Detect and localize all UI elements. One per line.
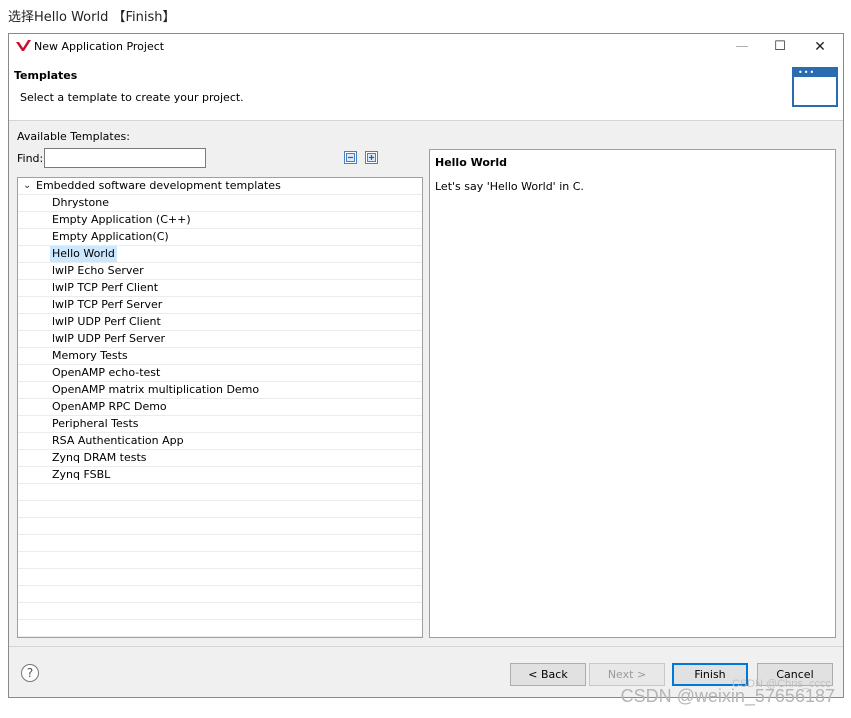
empty-row (18, 552, 422, 569)
title-bar: New Application Project — ☐ ✕ (9, 34, 843, 60)
template-item-label: Empty Application (C++) (52, 213, 191, 226)
back-button[interactable]: < Back (510, 663, 586, 686)
next-button[interactable]: Next > (589, 663, 665, 686)
template-tree[interactable]: ⌄ Embedded software development template… (17, 177, 423, 638)
empty-row (18, 501, 422, 518)
template-item[interactable]: lwIP TCP Perf Client (18, 280, 422, 297)
template-item-label: Zynq DRAM tests (52, 451, 147, 464)
dialog-window: New Application Project — ☐ ✕ Templates … (8, 33, 844, 698)
template-item[interactable]: Empty Application(C) (18, 229, 422, 246)
template-item-label: Zynq FSBL (52, 468, 111, 481)
empty-row (18, 518, 422, 535)
template-item[interactable]: Empty Application (C++) (18, 212, 422, 229)
template-item-label: Empty Application(C) (52, 230, 169, 243)
template-item-label: lwIP UDP Perf Server (52, 332, 166, 345)
empty-row (18, 586, 422, 603)
chevron-down-icon[interactable]: ⌄ (23, 178, 31, 194)
find-input[interactable] (44, 148, 206, 168)
template-item[interactable]: lwIP UDP Perf Client (18, 314, 422, 331)
tree-root-label: Embedded software development templates (36, 179, 281, 192)
template-item[interactable]: lwIP UDP Perf Server (18, 331, 422, 348)
template-item[interactable]: Dhrystone (18, 195, 422, 212)
vitis-logo-icon (16, 40, 31, 51)
template-item[interactable]: Zynq DRAM tests (18, 450, 422, 467)
template-item-label: Hello World (50, 246, 117, 262)
minimize-button[interactable]: — (723, 34, 761, 60)
template-item[interactable]: OpenAMP RPC Demo (18, 399, 422, 416)
empty-row (18, 535, 422, 552)
template-item-label: RSA Authentication App (52, 434, 184, 447)
page-caption: 选择Hello World 【Finish】 (8, 10, 176, 25)
watermark: CSDN @weixin_57656187 (620, 686, 835, 706)
template-description-panel: Hello World Let's say 'Hello World' in C… (429, 149, 836, 638)
wizard-header: Templates Select a template to create yo… (9, 60, 843, 121)
template-item[interactable]: Hello World (18, 246, 422, 263)
template-item-label: lwIP UDP Perf Client (52, 315, 161, 328)
template-item[interactable]: RSA Authentication App (18, 433, 422, 450)
page-description: Select a template to create your project… (20, 91, 244, 104)
template-item[interactable]: OpenAMP matrix multiplication Demo (18, 382, 422, 399)
template-item[interactable]: Zynq FSBL (18, 467, 422, 484)
template-item[interactable]: OpenAMP echo-test (18, 365, 422, 382)
template-item-label: Memory Tests (52, 349, 128, 362)
maximize-button[interactable]: ☐ (761, 34, 799, 60)
available-templates-label: Available Templates: (17, 130, 130, 143)
description-text: Let's say 'Hello World' in C. (435, 180, 584, 193)
window-title: New Application Project (34, 40, 165, 53)
template-item-label: OpenAMP RPC Demo (52, 400, 167, 413)
template-item-label: OpenAMP matrix multiplication Demo (52, 383, 260, 396)
empty-row (18, 484, 422, 501)
empty-row (18, 603, 422, 620)
wizard-window-icon: ••• (792, 67, 838, 107)
template-item-label: Peripheral Tests (52, 417, 139, 430)
tree-root-row[interactable]: ⌄ Embedded software development template… (18, 178, 422, 195)
template-item-label: lwIP Echo Server (52, 264, 144, 277)
wizard-icon-titlebar: ••• (794, 69, 836, 77)
collapse-all-icon[interactable] (344, 151, 357, 164)
description-title: Hello World (435, 156, 507, 169)
template-item[interactable]: lwIP Echo Server (18, 263, 422, 280)
footer-divider (9, 646, 843, 647)
template-item-label: lwIP TCP Perf Server (52, 298, 163, 311)
find-label: Find: (17, 152, 44, 165)
help-button[interactable]: ? (21, 664, 39, 682)
expand-all-icon[interactable] (365, 151, 378, 164)
page-title: Templates (14, 69, 78, 82)
template-item-label: lwIP TCP Perf Client (52, 281, 159, 294)
empty-row (18, 620, 422, 637)
template-item[interactable]: lwIP TCP Perf Server (18, 297, 422, 314)
template-item[interactable]: Memory Tests (18, 348, 422, 365)
empty-row (18, 569, 422, 586)
close-button[interactable]: ✕ (801, 34, 839, 60)
template-item-label: Dhrystone (52, 196, 109, 209)
template-item[interactable]: Peripheral Tests (18, 416, 422, 433)
template-item-label: OpenAMP echo-test (52, 366, 161, 379)
